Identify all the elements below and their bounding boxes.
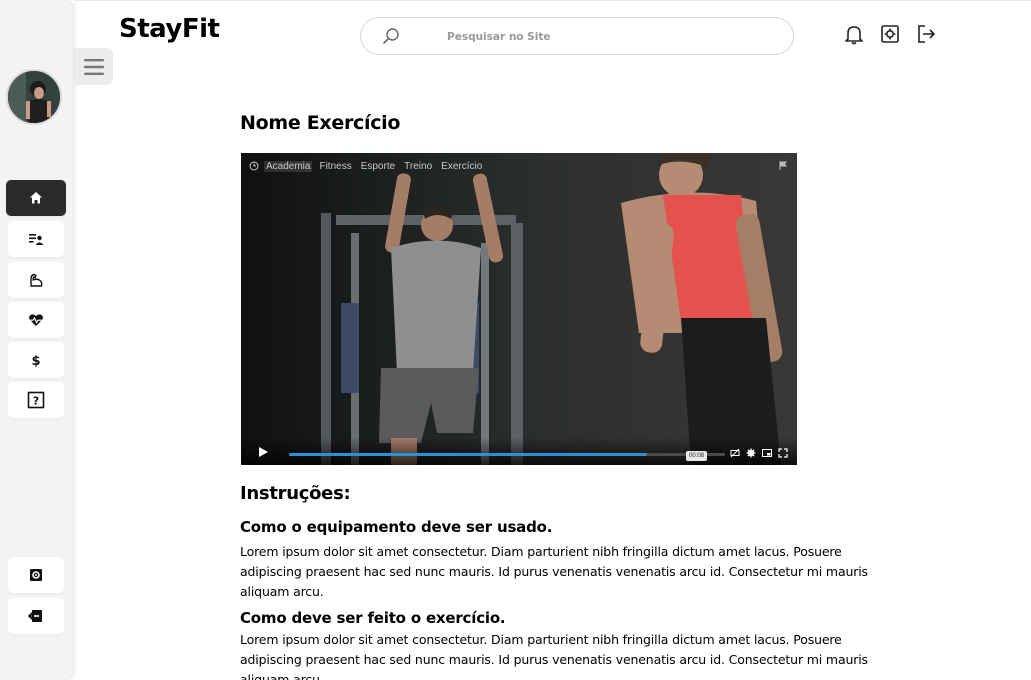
- bell-icon[interactable]: [843, 23, 865, 45]
- dollar-icon: $: [31, 354, 40, 368]
- video-tag[interactable]: Exercício: [439, 161, 484, 172]
- sidebar-item-home[interactable]: [6, 180, 66, 216]
- sidebar-item-health[interactable]: [8, 302, 64, 338]
- play-icon[interactable]: [257, 446, 269, 458]
- search-input[interactable]: [447, 28, 747, 46]
- video-player[interactable]: Academia Fitness Esporte Treino Exercíci…: [241, 153, 797, 465]
- sidebar-item-payments[interactable]: $: [8, 342, 64, 378]
- fullscreen-icon[interactable]: [778, 448, 788, 458]
- video-tag[interactable]: Esporte: [359, 161, 397, 172]
- instructions-heading: Instruções:: [240, 483, 351, 504]
- sidebar-item-workouts[interactable]: [8, 221, 64, 257]
- search-bar[interactable]: [360, 17, 794, 55]
- search-icon[interactable]: [381, 26, 401, 46]
- page-title: Nome Exercício: [240, 112, 401, 134]
- menu-toggle-button[interactable]: [74, 48, 113, 85]
- section-text: Lorem ipsum dolor sit amet consectetur. …: [240, 544, 868, 599]
- heart-pulse-icon: [29, 314, 43, 326]
- video-tag[interactable]: Treino: [402, 161, 434, 172]
- video-progress-bar[interactable]: 00:08: [289, 451, 725, 461]
- captions-off-icon[interactable]: [730, 448, 740, 458]
- time-tooltip: 00:08: [686, 451, 708, 461]
- section-heading: Como o equipamento deve ser usado.: [240, 518, 553, 536]
- logout-icon[interactable]: [915, 23, 937, 45]
- video-frame: [241, 153, 797, 465]
- sidebar: $ ?: [0, 0, 74, 680]
- section-heading: Como deve ser feito o exercício.: [240, 609, 506, 627]
- video-tag[interactable]: Fitness: [317, 161, 353, 172]
- sidebar-item-exercises[interactable]: [8, 262, 64, 298]
- page: $ ? StayFit Pesquisar no Site Nome Exerc…: [0, 0, 1031, 680]
- clock-icon: [249, 161, 259, 171]
- app-logo[interactable]: StayFit: [119, 14, 220, 44]
- playlist-user-icon: [29, 234, 44, 245]
- settings-icon[interactable]: [879, 23, 901, 45]
- exit-icon: [28, 610, 42, 622]
- svg-text:?: ?: [33, 395, 39, 408]
- muscle-arm-icon: [30, 273, 43, 287]
- video-controls: 00:08: [241, 437, 797, 465]
- sidebar-item-settings[interactable]: [8, 557, 64, 593]
- avatar[interactable]: [6, 69, 62, 125]
- gear-icon[interactable]: [746, 448, 756, 458]
- section-text: Lorem ipsum dolor sit amet consectetur. …: [240, 632, 868, 680]
- sidebar-item-help[interactable]: ?: [8, 382, 64, 418]
- gear-icon: [30, 569, 42, 581]
- video-progress-fill: [289, 453, 647, 456]
- picture-in-picture-icon[interactable]: [762, 448, 772, 458]
- video-tag[interactable]: Academia: [264, 160, 313, 172]
- hamburger-icon: [83, 58, 104, 75]
- header-divider: [74, 0, 1031, 1]
- video-tags: Academia Fitness Esporte Treino Exercíci…: [249, 159, 484, 173]
- flag-icon[interactable]: [779, 161, 787, 170]
- svg-text:$: $: [31, 354, 40, 368]
- question-icon: ?: [27, 391, 45, 409]
- sidebar-item-logout[interactable]: [8, 598, 64, 634]
- home-icon: [30, 192, 42, 204]
